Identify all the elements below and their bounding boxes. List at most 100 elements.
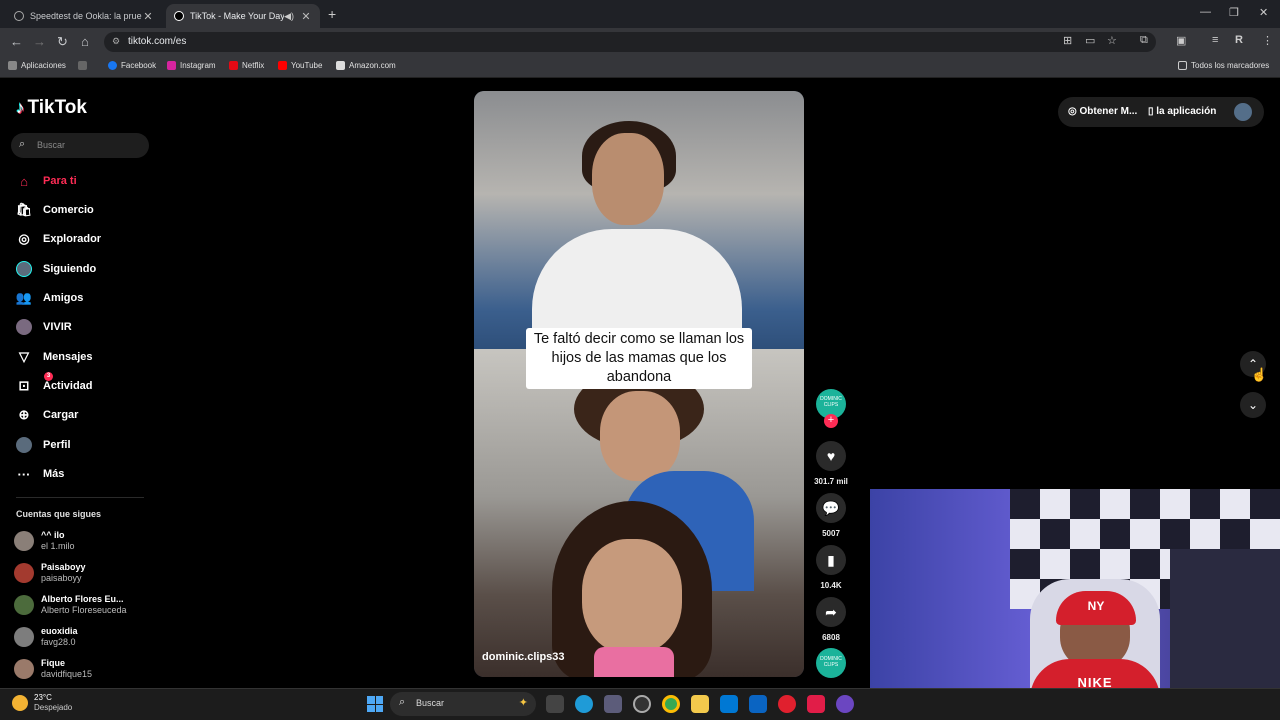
bookmark-amazon[interactable]: Amazon.com xyxy=(336,61,396,70)
comment-button[interactable]: 💬 xyxy=(816,493,846,523)
following-account[interactable]: ^^ ilo el 1.milo xyxy=(14,530,75,552)
file-explorer-icon[interactable] xyxy=(691,695,709,713)
chrome-icon[interactable] xyxy=(662,695,680,713)
share-count: 6808 xyxy=(822,633,840,642)
share-button[interactable]: ➦ xyxy=(816,597,846,627)
edge-icon[interactable] xyxy=(575,695,593,713)
store-icon[interactable] xyxy=(720,695,738,713)
minimize-icon[interactable]: — xyxy=(1200,6,1211,18)
account-handle: favg28.0 xyxy=(41,637,76,647)
webcam-overlay: NY NIKE xyxy=(870,489,1280,720)
sidebar-item-amigos[interactable]: 👥 Amigos xyxy=(16,288,83,308)
account-handle: davidfique15 xyxy=(41,669,93,679)
close-icon[interactable]: ✕ xyxy=(142,10,154,23)
window-close-icon[interactable]: ✕ xyxy=(1259,6,1268,19)
extensions-icon[interactable]: ⧉ xyxy=(1140,34,1148,47)
compass-icon: ◎ xyxy=(18,231,30,246)
outlook-icon[interactable] xyxy=(749,695,767,713)
bookmark-apps[interactable]: Aplicaciones xyxy=(8,61,66,70)
bookmark-instagram[interactable]: Instagram xyxy=(167,61,216,70)
sidebar-item-actividad[interactable]: ⊡ Actividad 3 xyxy=(16,372,93,396)
save-count: 10.4K xyxy=(820,581,842,590)
bookmark-label: Netflix xyxy=(242,61,265,70)
avatar xyxy=(14,627,34,647)
sidebar-item-perfil[interactable]: Perfil xyxy=(16,435,71,455)
app-icon[interactable] xyxy=(836,695,854,713)
reload-icon[interactable]: ↻ xyxy=(57,34,68,50)
tab-title: TikTok - Make Your Day xyxy=(190,11,285,21)
follow-plus-icon[interactable]: + xyxy=(824,414,838,428)
windows-start-icon[interactable] xyxy=(367,696,383,712)
avatar xyxy=(14,531,34,551)
bookmark-label: Todos los marcadores xyxy=(1191,61,1270,70)
menu-icon[interactable]: ⋮ xyxy=(1262,34,1273,47)
bookmark-label: Facebook xyxy=(121,61,157,70)
following-account[interactable]: euoxidia favg28.0 xyxy=(14,626,78,648)
profile-icon[interactable]: R xyxy=(1235,34,1243,46)
like-button[interactable]: ♥ xyxy=(816,441,846,471)
get-coins-button[interactable]: ◎ Obtener M... xyxy=(1068,106,1137,117)
instagram-icon xyxy=(167,61,176,70)
tab-speedtest[interactable]: Speedtest de Ookla: la prueba ✕ xyxy=(6,4,162,28)
speedtest-favicon-icon xyxy=(14,11,24,21)
sidebar-item-explorador[interactable]: ◎ Explorador xyxy=(16,229,101,249)
sidebar-item-mensajes[interactable]: ▽ Mensajes xyxy=(16,347,93,367)
tab-tiktok[interactable]: TikTok - Make Your Day ◀) ✕ xyxy=(166,4,320,28)
logo-text: TikTok xyxy=(27,97,87,118)
bookmark-label: Amazon.com xyxy=(349,61,396,70)
forward-icon[interactable]: → xyxy=(33,34,46,49)
new-tab-icon[interactable]: + xyxy=(328,6,336,22)
taskbar-search[interactable]: ⌕ Buscar ✦ xyxy=(390,692,536,716)
bookmark-netflix[interactable]: Netflix xyxy=(229,61,264,70)
sidepanel-icon[interactable]: ▣ xyxy=(1176,34,1186,47)
sidebar-item-para-ti[interactable]: ⌂ Para ti xyxy=(16,171,77,191)
tiktok-logo[interactable]: ♪ TikTok xyxy=(16,97,87,119)
sidebar-item-siguiendo[interactable]: Siguiendo xyxy=(16,259,96,279)
account-handle: paisaboyy xyxy=(41,573,82,583)
next-video-button[interactable]: ⌄ xyxy=(1240,392,1266,418)
task-view-icon[interactable] xyxy=(546,695,564,713)
facebook-icon xyxy=(108,61,117,70)
following-account[interactable]: Alberto Flores Eu... Alberto Floreseuceda xyxy=(14,594,127,616)
comment-icon: 💬 xyxy=(822,499,840,516)
get-app-button[interactable]: ▯ la aplicación xyxy=(1148,106,1216,117)
tiktok-app-icon[interactable] xyxy=(807,695,825,713)
media-icon[interactable]: ≡ xyxy=(1212,34,1218,46)
bookmark-youtube[interactable]: YouTube xyxy=(278,61,322,70)
sidebar-item-vivir[interactable]: VIVIR xyxy=(16,317,72,337)
translate-icon[interactable]: ⊞ xyxy=(1063,34,1072,47)
send-icon: ▽ xyxy=(19,349,29,364)
bookmark-facebook[interactable]: Facebook xyxy=(108,61,156,70)
video-player[interactable]: Te faltó decir como se llaman los hijos … xyxy=(474,91,804,677)
address-bar[interactable]: ⚙ tiktok.com/es xyxy=(104,32,1156,52)
following-account[interactable]: Paisaboyy paisaboyy xyxy=(14,562,86,584)
save-button[interactable]: ▮ xyxy=(816,545,846,575)
search-input[interactable]: ⌕ Buscar xyxy=(11,133,149,158)
sidebar-item-mas[interactable]: ··· Más xyxy=(16,464,65,484)
chatgpt-icon[interactable] xyxy=(633,695,651,713)
site-info-icon[interactable]: ⚙ xyxy=(112,36,120,47)
following-account[interactable]: Fique davidfique15 xyxy=(14,658,92,680)
home-nav-icon[interactable]: ⌂ xyxy=(81,34,89,49)
search-icon: ⌕ xyxy=(19,138,26,150)
opera-icon[interactable] xyxy=(778,695,796,713)
speaker-icon[interactable]: ◀) xyxy=(284,11,294,22)
all-bookmarks[interactable]: Todos los marcadores xyxy=(1178,61,1269,70)
sidebar-item-comercio[interactable]: 🛍 Comercio xyxy=(16,200,94,220)
close-icon[interactable]: ✕ xyxy=(300,10,312,23)
install-icon[interactable]: ▭ xyxy=(1085,34,1095,47)
avatar[interactable] xyxy=(1234,103,1252,121)
video-author-handle[interactable]: dominic.clips33 xyxy=(482,651,565,663)
sidebar-item-cargar[interactable]: ⊕ Cargar xyxy=(16,405,79,425)
star-icon[interactable]: ☆ xyxy=(1107,34,1117,47)
search-placeholder: Buscar xyxy=(37,140,66,150)
apps-grid-icon xyxy=(8,61,17,70)
settings-icon[interactable] xyxy=(604,695,622,713)
music-disc[interactable]: DOMINIC CLIPS xyxy=(816,648,846,678)
bookmark-icon: ▮ xyxy=(827,551,835,568)
back-icon[interactable]: ← xyxy=(10,34,23,49)
account-handle: Alberto Floreseuceda xyxy=(41,605,127,615)
restore-icon[interactable]: ❐ xyxy=(1229,6,1239,19)
bookmark-grid[interactable] xyxy=(78,61,91,70)
weather-widget[interactable]: 23°C Despejado xyxy=(12,693,72,713)
